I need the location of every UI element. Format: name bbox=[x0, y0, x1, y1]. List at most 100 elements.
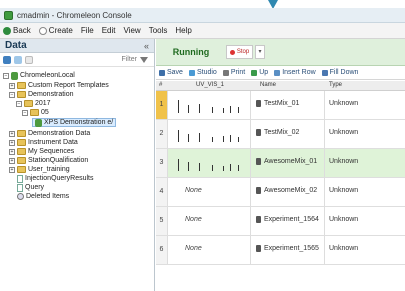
uv-none-label: None bbox=[185, 216, 202, 223]
fill-down-icon bbox=[321, 69, 328, 76]
collapse-icon[interactable]: − bbox=[16, 100, 22, 107]
stop-button[interactable]: Stop bbox=[226, 45, 253, 59]
vial-icon bbox=[256, 245, 261, 252]
expand-icon[interactable]: + bbox=[9, 166, 15, 173]
query-results-icon bbox=[17, 174, 23, 183]
chromatogram-peak bbox=[238, 165, 239, 171]
tree-item-station-qualification[interactable]: + StationQualification bbox=[9, 156, 88, 165]
uv-cell[interactable]: None bbox=[168, 178, 251, 206]
collapse-icon[interactable]: − bbox=[3, 72, 9, 79]
expand-icon[interactable]: + bbox=[9, 130, 15, 137]
filter-label[interactable]: Filter bbox=[121, 56, 137, 63]
move-up-button[interactable]: Up bbox=[251, 69, 268, 76]
menu-view[interactable]: View bbox=[124, 26, 141, 35]
expand-icon[interactable]: + bbox=[9, 139, 15, 146]
col-header-name[interactable]: Name bbox=[260, 82, 276, 88]
column-divider bbox=[324, 120, 325, 148]
table-row[interactable]: 4 None AwesomeMix_02 Unknown bbox=[156, 178, 405, 207]
expand-icon[interactable]: + bbox=[9, 148, 15, 155]
uv-cell[interactable]: None bbox=[168, 207, 251, 235]
row-number: 2 bbox=[156, 120, 168, 148]
tree-item-05[interactable]: −05 bbox=[22, 108, 49, 117]
col-header-uv[interactable]: UV_VIS_1 bbox=[196, 82, 224, 88]
menu-tools[interactable]: Tools bbox=[149, 26, 168, 35]
column-divider bbox=[324, 178, 325, 206]
studio-icon bbox=[188, 69, 195, 76]
vial-icon bbox=[256, 158, 261, 165]
sample-type: Unknown bbox=[329, 100, 359, 107]
col-header-number[interactable]: # bbox=[159, 82, 162, 88]
folder-icon bbox=[30, 109, 39, 116]
expand-icon[interactable]: + bbox=[9, 157, 15, 164]
tree-item-injection-query-results[interactable]: InjectionQueryResults bbox=[17, 174, 93, 183]
table-row[interactable]: 5 None Experiment_1564 Unknown bbox=[156, 207, 405, 236]
collapse-icon[interactable]: − bbox=[9, 91, 15, 98]
save-button[interactable]: Save bbox=[159, 69, 183, 76]
sample-name: TestMix_01 bbox=[256, 100, 299, 107]
stop-dropdown-button[interactable]: ▾ bbox=[255, 45, 265, 59]
tree-item-2017[interactable]: −2017 bbox=[16, 99, 51, 108]
folder-icon bbox=[17, 139, 26, 146]
data-panel-title: Data bbox=[5, 40, 27, 51]
folder-icon bbox=[17, 157, 26, 164]
folder-icon bbox=[17, 166, 26, 173]
vial-icon bbox=[256, 129, 261, 136]
table-row[interactable]: 6 None Experiment_1565 Unknown bbox=[156, 236, 405, 265]
run-status-bar: Running Stop ▾ bbox=[156, 39, 405, 66]
insert-row-icon bbox=[274, 69, 281, 76]
window-titlebar: cmadmin - Chromeleon Console bbox=[0, 8, 405, 23]
save-icon bbox=[159, 69, 165, 76]
sample-name: AwesomeMix_01 bbox=[256, 158, 317, 165]
refresh-icon[interactable] bbox=[14, 55, 22, 64]
uv-cell[interactable]: None bbox=[168, 236, 251, 264]
data-panel-toolbar: Filter bbox=[0, 53, 154, 67]
menu-file[interactable]: File bbox=[81, 26, 94, 35]
vial-icon bbox=[256, 187, 261, 194]
tree-item-query[interactable]: Query bbox=[17, 183, 44, 192]
database-icon bbox=[11, 71, 18, 80]
window-title: cmadmin - Chromeleon Console bbox=[17, 10, 132, 20]
row-number: 3 bbox=[156, 149, 168, 177]
chromatogram-peak bbox=[230, 106, 231, 113]
table-row[interactable]: 2 TestMix_02 Unknown bbox=[156, 120, 405, 149]
menu-back[interactable]: Back bbox=[3, 26, 31, 35]
back-icon bbox=[3, 26, 11, 35]
menu-create[interactable]: Create bbox=[38, 26, 73, 35]
tree-item-my-sequences[interactable]: + My Sequences bbox=[9, 147, 74, 156]
studio-button[interactable]: Studio bbox=[188, 69, 217, 76]
sample-type: Unknown bbox=[329, 158, 359, 165]
print-button[interactable]: Print bbox=[222, 69, 245, 76]
tree-item-instrument-data[interactable]: + Instrument Data bbox=[9, 138, 78, 147]
sequence-grid-header: # UV_VIS_1 Name Type bbox=[156, 81, 405, 91]
tree-item-custom-report-templates[interactable]: + Custom Report Templates bbox=[9, 81, 109, 90]
uv-chromatogram-thumbnail[interactable] bbox=[168, 120, 251, 148]
collapse-icon[interactable]: − bbox=[22, 109, 28, 116]
home-icon[interactable] bbox=[3, 55, 11, 64]
chromatogram-peak bbox=[212, 107, 213, 113]
data-panel-header: Data « bbox=[0, 39, 154, 53]
tree-item-user-training[interactable]: + User_training bbox=[9, 165, 70, 174]
collapse-icon[interactable]: « bbox=[144, 41, 149, 51]
menu-help[interactable]: Help bbox=[175, 26, 191, 35]
tree-item-xps-demonstration[interactable]: XPS Demonstration e/ bbox=[32, 118, 117, 127]
uv-chromatogram-thumbnail[interactable] bbox=[168, 91, 251, 119]
chromatogram-peak bbox=[199, 163, 200, 171]
table-row[interactable]: 1 TestMix_01 Unknown bbox=[156, 91, 405, 120]
tree-item-demonstration[interactable]: − Demonstration bbox=[9, 90, 74, 99]
favorite-icon[interactable] bbox=[25, 55, 33, 64]
tree-item-chromeleonlocal[interactable]: − ChromeleonLocal bbox=[3, 71, 75, 80]
tree-item-demonstration-data[interactable]: + Demonstration Data bbox=[9, 129, 90, 138]
uv-chromatogram-thumbnail[interactable] bbox=[168, 149, 251, 177]
filter-icon[interactable] bbox=[140, 56, 148, 63]
chromatogram-peak bbox=[223, 136, 224, 142]
row-number: 6 bbox=[156, 236, 168, 264]
col-header-type[interactable]: Type bbox=[329, 82, 342, 88]
menu-edit[interactable]: Edit bbox=[102, 26, 116, 35]
expand-icon[interactable]: + bbox=[9, 82, 15, 89]
fill-down-button[interactable]: Fill Down bbox=[321, 69, 358, 76]
insert-row-button[interactable]: Insert Row bbox=[274, 69, 316, 76]
sample-name: Experiment_1564 bbox=[256, 216, 319, 223]
chromatogram-peak bbox=[223, 108, 224, 113]
table-row-running[interactable]: 3 AwesomeMix_01 Unknown bbox=[156, 149, 405, 178]
tree-item-deleted-items[interactable]: Deleted Items bbox=[17, 192, 69, 201]
